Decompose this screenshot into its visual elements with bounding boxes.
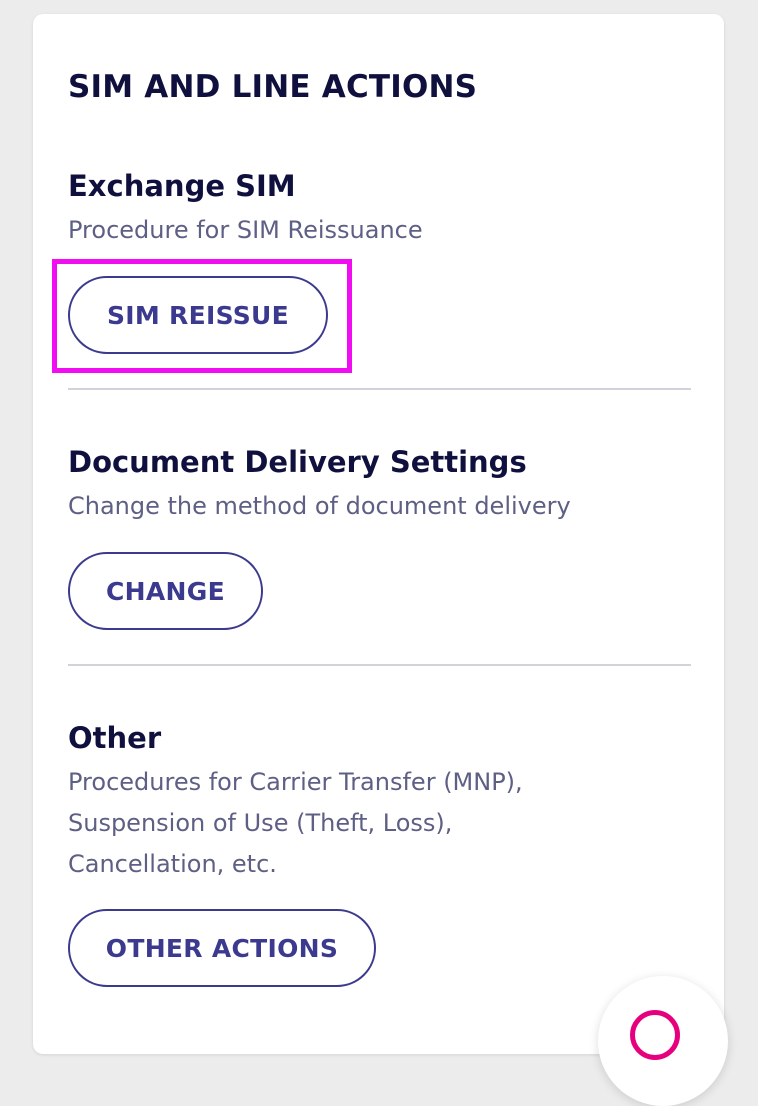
sim-line-actions-card: SIM AND LINE ACTIONS Exchange SIM Proced…	[33, 14, 724, 1054]
section-description: Procedure for SIM Reissuance	[68, 216, 423, 244]
chat-icon	[630, 1010, 680, 1060]
description-line: Suspension of Use (Theft, Loss),	[68, 809, 453, 837]
description-line: Cancellation, etc.	[68, 850, 277, 878]
sim-reissue-button[interactable]: SIM REISSUE	[68, 276, 328, 354]
other-actions-button[interactable]: OTHER ACTIONS	[68, 909, 376, 987]
section-other: Other Procedures for Carrier Transfer (M…	[68, 718, 691, 885]
description-line: Procedures for Carrier Transfer (MNP),	[68, 768, 523, 796]
section-title: Document Delivery Settings	[68, 445, 527, 479]
chat-fab-button[interactable]	[598, 976, 728, 1106]
section-title: Exchange SIM	[68, 169, 296, 203]
section-description: Change the method of document delivery	[68, 492, 571, 520]
card-title: SIM AND LINE ACTIONS	[68, 69, 478, 105]
section-description: Procedures for Carrier Transfer (MNP), S…	[68, 762, 691, 885]
section-title: Other	[68, 721, 162, 755]
section-document-delivery: Document Delivery Settings Change the me…	[68, 442, 691, 527]
divider	[68, 388, 691, 390]
section-exchange-sim: Exchange SIM Procedure for SIM Reissuanc…	[68, 166, 691, 251]
change-button[interactable]: CHANGE	[68, 552, 263, 630]
divider	[68, 664, 691, 666]
